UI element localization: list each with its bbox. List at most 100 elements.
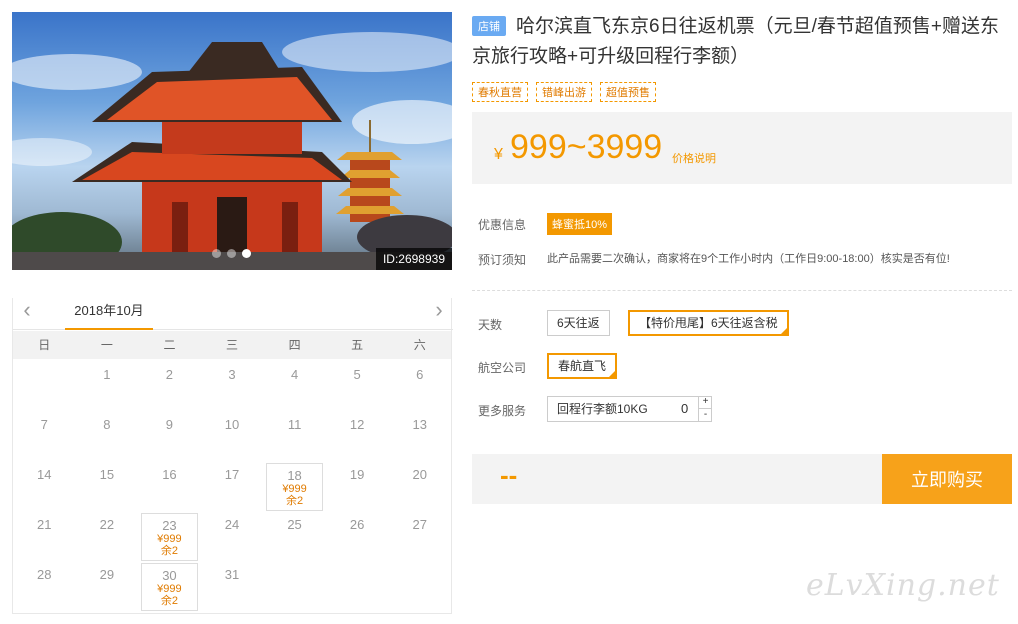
- day-number: 23: [162, 518, 177, 533]
- discount-label: 优惠信息: [478, 218, 527, 232]
- calendar-day: 22: [76, 512, 139, 562]
- calendar-month: 2018年10月: [65, 300, 153, 330]
- day-number: 15: [99, 467, 115, 482]
- calendar-day: 17: [201, 462, 264, 512]
- day-number: 10: [224, 417, 240, 432]
- weekday-label: 六: [413, 338, 426, 352]
- calendar-day: 1: [76, 362, 139, 412]
- day-number: 29: [99, 567, 115, 582]
- chevron-left-icon[interactable]: ‹: [17, 298, 37, 322]
- calendar-day: 14: [13, 462, 76, 512]
- service-label: 更多服务: [478, 404, 527, 418]
- day-number: 3: [228, 367, 236, 382]
- calendar-day: 24: [201, 512, 264, 562]
- calendar-day: 13: [388, 412, 451, 462]
- calendar-day: 16: [138, 462, 201, 512]
- calendar-day-available[interactable]: 18 ¥999 余2: [266, 463, 323, 511]
- chevron-right-icon[interactable]: ›: [429, 298, 449, 322]
- calendar-days: 1 2 3 4 5 6 7 8 9 10 11 12 13 14 15 16 17 18 ¥999 余2 19 20 21 2…: [13, 362, 451, 612]
- day-remaining: 余2: [160, 595, 178, 607]
- day-number: 14: [37, 467, 52, 482]
- carousel-dot-3[interactable]: [242, 249, 251, 258]
- day-number: 30: [162, 568, 177, 583]
- days-option-6[interactable]: 6天往返: [547, 310, 610, 336]
- discount-badge: 蜂蜜抵10%: [547, 213, 613, 235]
- tag-item: 超值预售: [600, 82, 656, 102]
- tag-item: 春秋直营: [472, 82, 528, 102]
- carousel-dots: [212, 249, 251, 258]
- day-number: 18: [287, 468, 302, 483]
- minus-icon[interactable]: -: [699, 409, 712, 422]
- temple-illustration: [12, 32, 452, 270]
- product-tags: 春秋直营 错峰出游 超值预售: [472, 82, 656, 102]
- calendar-day: 12: [326, 412, 389, 462]
- calendar-day: 15: [76, 462, 139, 512]
- day-number: 12: [349, 417, 365, 432]
- calendar-day: 26: [326, 512, 389, 562]
- product-photo[interactable]: ID:2698939: [12, 12, 452, 270]
- calendar-header: ‹ 2018年10月 ›: [13, 294, 453, 330]
- weekday-label: 一: [100, 338, 113, 352]
- day-number: 4: [290, 367, 299, 382]
- carousel-dot-2[interactable]: [227, 249, 236, 258]
- day-number: 21: [37, 517, 52, 532]
- currency-symbol: ¥: [494, 146, 503, 163]
- day-number: 1: [103, 367, 111, 382]
- airline-label: 航空公司: [478, 361, 527, 375]
- day-number: 20: [412, 467, 427, 482]
- calendar-day: 6: [388, 362, 451, 412]
- calendar-day: 27: [388, 512, 451, 562]
- day-number: 19: [349, 467, 365, 482]
- quantity-value[interactable]: 0: [681, 396, 688, 422]
- calendar-day: 11: [263, 412, 326, 462]
- quantity-stepper[interactable]: + -: [698, 396, 712, 422]
- day-number: 13: [412, 417, 427, 432]
- day-number: 24: [224, 517, 240, 532]
- notice-text: 此产品需要二次确认，商家将在9个工作小时内（工作日9:00-18:00）核实是否…: [547, 253, 950, 265]
- plus-icon[interactable]: +: [699, 396, 712, 409]
- weekday-label: 三: [226, 338, 239, 352]
- day-number: 6: [416, 367, 424, 382]
- image-id-label: ID:2698939: [375, 248, 452, 270]
- calendar-day-available[interactable]: 23 ¥999 余2: [141, 513, 198, 561]
- calendar-day: 7: [13, 412, 76, 462]
- calendar-day: 28: [13, 562, 76, 612]
- days-option-special[interactable]: 【特价甩尾】6天往返含税: [628, 310, 789, 336]
- day-number: 22: [99, 517, 115, 532]
- weekday-label: 四: [288, 338, 301, 352]
- day-price: ¥999: [282, 483, 307, 495]
- day-number: 31: [224, 567, 240, 582]
- day-number: 11: [287, 417, 302, 432]
- day-remaining: 余2: [286, 495, 304, 507]
- calendar-weekdays: 日一二三四五六: [13, 331, 451, 359]
- weekday-label: 日: [38, 338, 51, 352]
- airline-option[interactable]: 春航直飞: [547, 353, 618, 379]
- price-note-link[interactable]: 价格说明: [672, 150, 716, 166]
- price-box: ¥ 999~3999 价格说明: [472, 112, 1012, 184]
- notice-label: 预订须知: [478, 253, 527, 267]
- calendar-day: 5: [326, 362, 389, 412]
- calendar-day: 3: [201, 362, 264, 412]
- tag-item: 错峰出游: [536, 82, 592, 102]
- watermark: eLvXing.net: [806, 568, 1000, 603]
- calendar-day: 9: [138, 412, 201, 462]
- calendar-blank: [13, 362, 76, 412]
- calendar-day: 8: [76, 412, 139, 462]
- day-number: 27: [412, 517, 427, 532]
- calendar-day: 21: [13, 512, 76, 562]
- day-number: 17: [224, 467, 240, 482]
- calendar-day: 2: [138, 362, 201, 412]
- product-page: ID:2698939 ‹ 2018年10月 › 日一二三四五六 12345678…: [0, 0, 1018, 624]
- day-number: 2: [165, 367, 174, 382]
- calendar-day-available[interactable]: 30 ¥999 余2: [141, 563, 198, 611]
- day-number: 9: [165, 417, 174, 432]
- buy-now-button[interactable]: 立即购买: [882, 454, 1012, 504]
- calendar-day: 31: [201, 562, 264, 612]
- carousel-dot-1[interactable]: [212, 249, 221, 258]
- calendar-day: 29: [76, 562, 139, 612]
- calendar-day: 10: [201, 412, 264, 462]
- day-number: 28: [37, 567, 52, 582]
- calendar-day: 25: [263, 512, 326, 562]
- days-label: 天数: [478, 318, 503, 332]
- day-number: 7: [40, 417, 48, 432]
